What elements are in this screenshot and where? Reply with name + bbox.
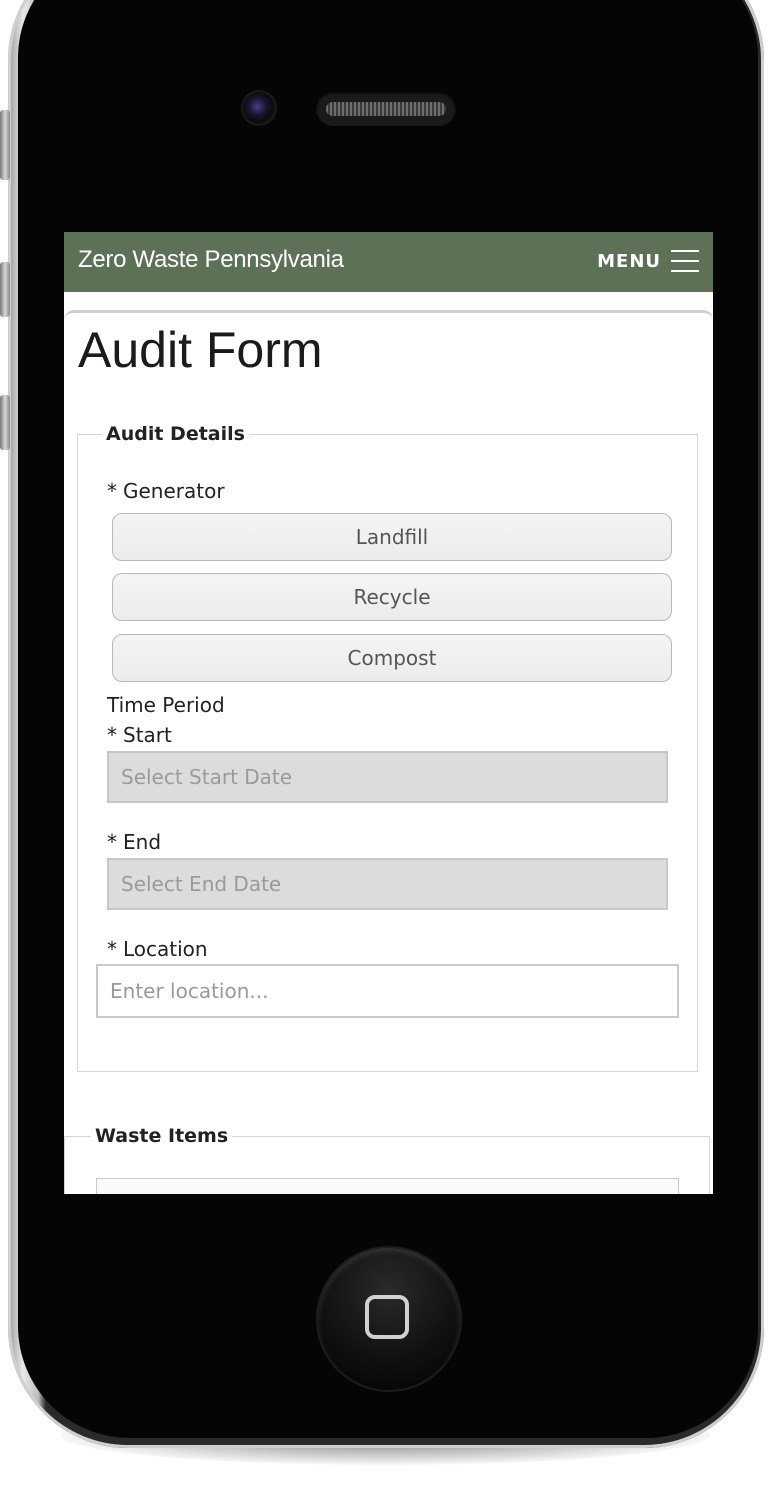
- volume-up-button: [0, 262, 10, 317]
- end-required-marker: *: [107, 830, 117, 854]
- start-date-input[interactable]: Select Start Date: [107, 751, 668, 803]
- page-title: Audit Form: [78, 322, 323, 378]
- site-brand[interactable]: Zero Waste Pennsylvania: [78, 246, 344, 274]
- home-button[interactable]: [318, 1248, 460, 1390]
- hamburger-icon: [671, 249, 699, 273]
- top-navbar: Zero Waste Pennsylvania MENU: [64, 232, 713, 292]
- mute-switch: [0, 110, 10, 180]
- front-camera-icon: [243, 92, 275, 124]
- end-label-text: End: [123, 830, 162, 854]
- audit-details-legend: Audit Details: [102, 423, 249, 445]
- menu-label: MENU: [597, 250, 661, 272]
- waste-items-fieldset: Waste Items: [64, 1125, 710, 1194]
- end-label: * End: [107, 830, 161, 854]
- start-required-marker: *: [107, 723, 117, 747]
- menu-button[interactable]: MENU: [597, 246, 699, 276]
- location-required-marker: *: [107, 937, 117, 961]
- generator-required-marker: *: [107, 479, 117, 503]
- generator-option-recycle[interactable]: Recycle: [112, 573, 672, 621]
- start-label: * Start: [107, 723, 172, 747]
- location-label-text: Location: [123, 937, 208, 961]
- phone-screen: Zero Waste Pennsylvania MENU Audit Form …: [64, 232, 713, 1194]
- generator-option-landfill[interactable]: Landfill: [112, 513, 672, 561]
- generator-label: * Generator: [107, 479, 225, 503]
- volume-down-button: [0, 395, 10, 450]
- time-period-label: Time Period: [107, 693, 225, 717]
- generator-option-compost[interactable]: Compost: [112, 634, 672, 682]
- audit-details-fieldset: Audit Details * Generator Landfill Recycl…: [77, 423, 698, 1072]
- home-square-icon: [365, 1295, 409, 1339]
- generator-label-text: Generator: [123, 479, 225, 503]
- form-content: Audit Form Audit Details * Generator Land…: [64, 310, 713, 1194]
- end-date-input[interactable]: Select End Date: [107, 858, 668, 910]
- start-label-text: Start: [123, 723, 172, 747]
- location-label: * Location: [107, 937, 208, 961]
- waste-item-row[interactable]: [96, 1178, 679, 1194]
- location-input[interactable]: Enter location...: [96, 964, 679, 1018]
- earpiece-speaker: [316, 92, 456, 126]
- waste-items-legend: Waste Items: [91, 1125, 233, 1147]
